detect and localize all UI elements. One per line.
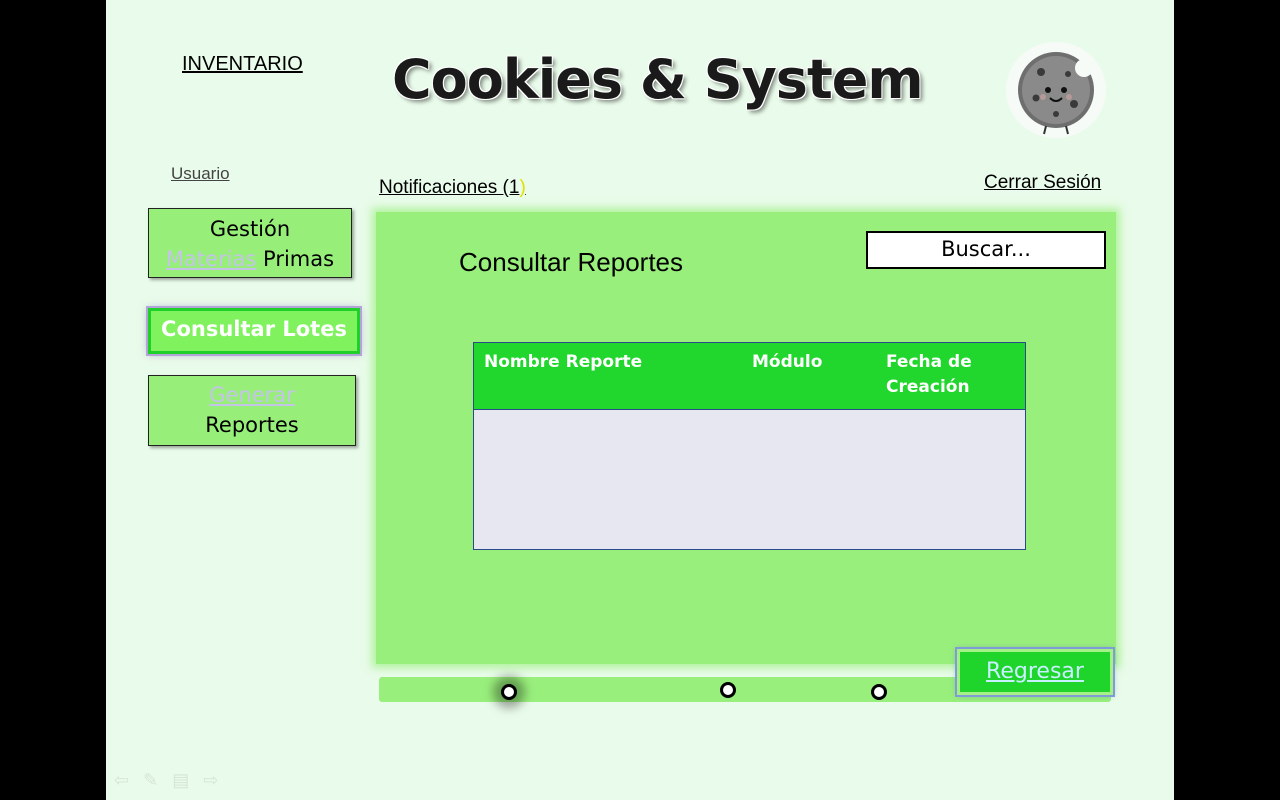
slide-canvas: INVENTARIO Cookies & System Usuario Noti… <box>106 0 1174 800</box>
menu-icon[interactable]: ▤ <box>172 770 189 791</box>
column-header-nombre[interactable]: Nombre Reporte <box>484 350 642 375</box>
page-title: Consultar Reportes <box>459 247 683 277</box>
step-dot[interactable] <box>871 684 887 700</box>
cookie-mascot-icon <box>1006 42 1106 138</box>
sidebar-item-faded-text: Generar <box>209 383 295 407</box>
sidebar-item-materias-primas[interactable]: Gestión Materias Primas <box>148 208 352 278</box>
sidebar-item-label-line2: Materias Primas <box>149 244 351 274</box>
logout-link[interactable]: Cerrar Sesión <box>984 172 1101 194</box>
sidebar-item-label: Gestión <box>209 217 291 241</box>
sidebar-item-faded-text: Materias <box>165 247 257 271</box>
prev-arrow-icon[interactable]: ⇦ <box>114 770 129 791</box>
pen-icon[interactable]: ✎ <box>143 770 158 791</box>
step-dot[interactable] <box>720 682 736 698</box>
slideshow-controls: ⇦ ✎ ▤ ⇨ <box>114 770 218 791</box>
sidebar-item-consultar-lotes[interactable]: Consultar Lotes <box>146 306 362 356</box>
notifications-link[interactable]: Notificaciones (1) <box>379 177 526 199</box>
sidebar-item-generar-reportes[interactable]: Generar Reportes <box>148 375 356 446</box>
notifications-paren: ) <box>519 177 526 198</box>
sidebar-item-label: Reportes <box>205 413 299 437</box>
next-arrow-icon[interactable]: ⇨ <box>203 770 218 791</box>
app-title: Cookies & System <box>392 48 924 111</box>
step-dot-current[interactable] <box>501 684 517 700</box>
section-label[interactable]: INVENTARIO <box>182 53 303 76</box>
table-header: Nombre Reporte Módulo Fecha de Creación <box>474 343 1025 410</box>
back-button[interactable]: Regresar <box>955 647 1115 697</box>
reports-table: Nombre Reporte Módulo Fecha de Creación <box>473 342 1026 550</box>
column-header-fecha[interactable]: Fecha de Creación <box>886 350 996 400</box>
search-input[interactable]: Buscar... <box>866 231 1106 269</box>
notifications-label: Notificaciones (1 <box>379 177 520 198</box>
column-header-modulo[interactable]: Módulo <box>752 350 822 375</box>
user-link[interactable]: Usuario <box>171 164 230 184</box>
sidebar-item-text: Primas <box>256 247 335 271</box>
